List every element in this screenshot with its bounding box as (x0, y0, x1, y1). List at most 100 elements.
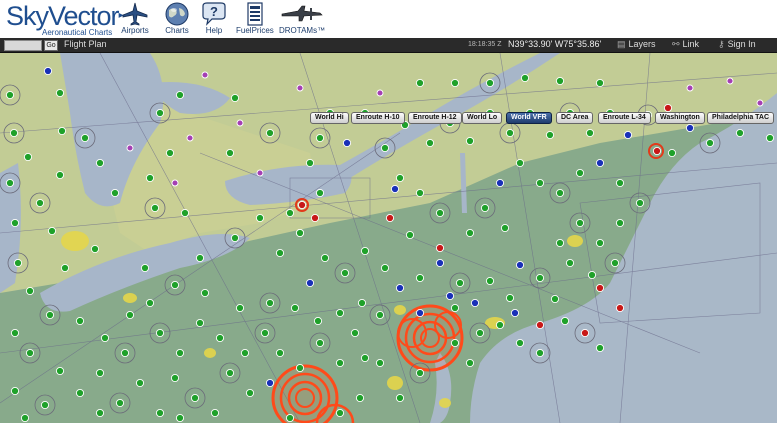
airport-marker-blue[interactable] (305, 278, 315, 288)
airport-marker-green[interactable] (425, 138, 435, 148)
airport-marker-green[interactable] (60, 263, 70, 273)
airport-marker-magenta[interactable] (236, 119, 244, 127)
chart-world-hi-button[interactable]: World Hi (310, 112, 349, 124)
airport-marker-green[interactable] (515, 338, 525, 348)
airport-marker-green[interactable] (190, 393, 200, 403)
airport-marker-green[interactable] (290, 303, 300, 313)
airport-marker-magenta[interactable] (726, 77, 734, 85)
airport-marker-green[interactable] (505, 293, 515, 303)
airport-marker-green[interactable] (450, 303, 460, 313)
airport-marker-green[interactable] (335, 358, 345, 368)
skyvector-logo[interactable]: SkyVector▸ Aeronautical Charts (6, 2, 124, 37)
chart-enroute-h10-button[interactable]: Enroute H-10 (351, 112, 405, 124)
airport-marker-green[interactable] (505, 128, 515, 138)
airport-marker-green[interactable] (395, 393, 405, 403)
airport-marker-green[interactable] (45, 310, 55, 320)
airport-marker-green[interactable] (450, 338, 460, 348)
airport-marker-green[interactable] (615, 218, 625, 228)
airport-marker-green[interactable] (415, 78, 425, 88)
airport-marker-green[interactable] (295, 228, 305, 238)
airport-marker-green[interactable] (355, 393, 365, 403)
airport-marker-red[interactable] (435, 243, 445, 253)
airport-marker-green[interactable] (47, 226, 57, 236)
airport-marker-green[interactable] (765, 133, 775, 143)
vfr-chart-map[interactable] (0, 53, 777, 423)
airport-marker-green[interactable] (360, 246, 370, 256)
airport-marker-magenta[interactable] (186, 134, 194, 142)
signin-button[interactable]: ⚷ Sign In (718, 39, 756, 50)
airport-marker-green[interactable] (155, 328, 165, 338)
airport-marker-green[interactable] (735, 128, 745, 138)
airport-marker-green[interactable] (275, 348, 285, 358)
nav-charts[interactable]: Charts (163, 2, 191, 35)
airport-marker-blue[interactable] (435, 258, 445, 268)
airport-marker-green[interactable] (95, 408, 105, 418)
airport-marker-green[interactable] (415, 188, 425, 198)
airport-marker-green[interactable] (155, 108, 165, 118)
airport-marker-green[interactable] (235, 303, 245, 313)
airport-marker-green[interactable] (110, 188, 120, 198)
airport-marker-green[interactable] (485, 78, 495, 88)
airport-marker-green[interactable] (435, 208, 445, 218)
airport-marker-blue[interactable] (342, 138, 352, 148)
airport-marker-green[interactable] (195, 253, 205, 263)
airport-marker-red[interactable] (535, 320, 545, 330)
airport-marker-blue[interactable] (470, 298, 480, 308)
airport-marker-green[interactable] (135, 378, 145, 388)
airport-marker-green[interactable] (175, 413, 185, 423)
airport-marker-green[interactable] (405, 230, 415, 240)
airport-marker-green[interactable] (155, 408, 165, 418)
airport-marker-blue[interactable] (445, 291, 455, 301)
airport-marker-green[interactable] (13, 258, 23, 268)
airport-marker-green[interactable] (115, 398, 125, 408)
airport-marker-blue[interactable] (595, 158, 605, 168)
layers-button[interactable]: ▤ Layers (617, 39, 656, 50)
airport-marker-green[interactable] (515, 158, 525, 168)
airport-marker-magenta[interactable] (201, 71, 209, 79)
airport-marker-blue[interactable] (623, 130, 633, 140)
airport-marker-green[interactable] (480, 203, 490, 213)
airport-marker-green[interactable] (230, 93, 240, 103)
airport-marker-green[interactable] (125, 310, 135, 320)
airport-marker-green[interactable] (120, 348, 130, 358)
airport-marker-green[interactable] (485, 276, 495, 286)
airport-marker-green[interactable] (9, 128, 19, 138)
airport-marker-green[interactable] (180, 208, 190, 218)
airport-marker-green[interactable] (585, 128, 595, 138)
airport-marker-green[interactable] (335, 308, 345, 318)
airport-marker-green[interactable] (210, 408, 220, 418)
go-button[interactable]: Go (44, 40, 58, 51)
airport-marker-green[interactable] (285, 208, 295, 218)
airport-marker-green[interactable] (555, 238, 565, 248)
airport-marker-green[interactable] (315, 338, 325, 348)
airport-marker-blue[interactable] (515, 260, 525, 270)
airport-marker-green[interactable] (80, 133, 90, 143)
nav-fuelprices[interactable]: FuelPrices (236, 2, 274, 35)
airport-marker-green[interactable] (170, 280, 180, 290)
airport-marker-green[interactable] (615, 178, 625, 188)
airport-marker-green[interactable] (595, 78, 605, 88)
airport-marker-green[interactable] (175, 348, 185, 358)
airport-marker-red[interactable] (595, 283, 605, 293)
airport-marker-green[interactable] (610, 258, 620, 268)
link-button[interactable]: ⚯ Link (672, 39, 699, 50)
airport-marker-green[interactable] (635, 198, 645, 208)
airport-marker-green[interactable] (455, 278, 465, 288)
airport-marker-magenta[interactable] (296, 84, 304, 92)
airport-marker-green[interactable] (465, 228, 475, 238)
airport-marker-green[interactable] (357, 298, 367, 308)
airport-marker-green[interactable] (75, 316, 85, 326)
airport-marker-green[interactable] (375, 358, 385, 368)
airport-marker-green[interactable] (495, 320, 505, 330)
airport-marker-green[interactable] (240, 348, 250, 358)
airport-marker-green[interactable] (5, 90, 15, 100)
airport-marker-red[interactable] (663, 103, 673, 113)
airport-marker-green[interactable] (25, 286, 35, 296)
airport-marker-green[interactable] (95, 158, 105, 168)
airport-marker-green[interactable] (375, 310, 385, 320)
airport-marker-green[interactable] (315, 188, 325, 198)
airport-marker-green[interactable] (335, 408, 345, 418)
airport-marker-green[interactable] (40, 400, 50, 410)
airport-marker-green[interactable] (195, 318, 205, 328)
airport-marker-green[interactable] (313, 316, 323, 326)
